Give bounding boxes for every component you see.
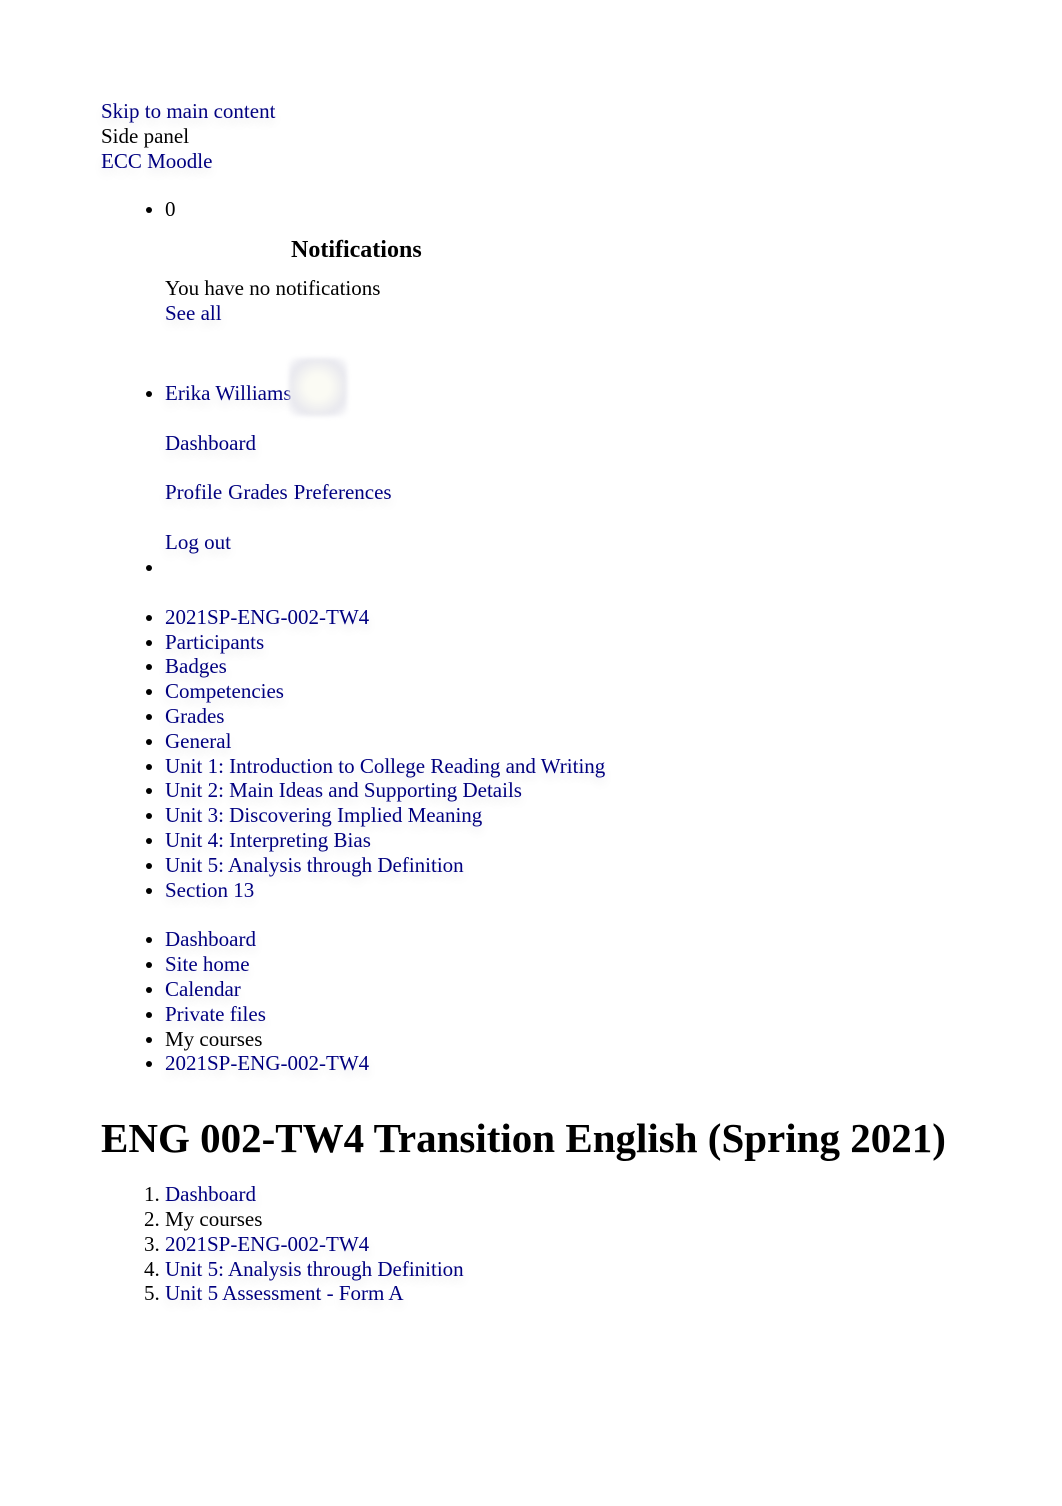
site-nav-item: Private files xyxy=(165,1002,1041,1027)
course-nav-link-section-13[interactable]: Section 13 xyxy=(165,878,254,902)
site-nav-dashboard[interactable]: Dashboard xyxy=(165,927,256,951)
course-nav-item: 2021SP-ENG-002-TW4 xyxy=(165,605,1041,630)
course-nav-link-unit-3-discovering-implied-meaning[interactable]: Unit 3: Discovering Implied Meaning xyxy=(165,803,482,827)
empty-nav-item xyxy=(165,555,1041,580)
course-nav-link-2021sp-eng-002-tw4[interactable]: 2021SP-ENG-002-TW4 xyxy=(165,605,369,629)
course-nav-link-badges[interactable]: Badges xyxy=(165,654,227,678)
course-nav-link-participants[interactable]: Participants xyxy=(165,630,264,654)
breadcrumb-dashboard[interactable]: Dashboard xyxy=(165,1182,256,1206)
course-nav-item: Badges xyxy=(165,654,1041,679)
course-nav-link-unit-5-analysis-through-definition[interactable]: Unit 5: Analysis through Definition xyxy=(165,853,464,877)
course-nav-item: Section 13 xyxy=(165,878,1041,903)
logout-link[interactable]: Log out xyxy=(165,530,1041,555)
course-nav-item: Unit 5: Analysis through Definition xyxy=(165,853,1041,878)
site-nav-my-courses: My courses xyxy=(165,1026,263,1051)
breadcrumb-item: Unit 5: Analysis through Definition xyxy=(165,1257,1041,1282)
breadcrumb-item: Dashboard xyxy=(165,1182,1041,1207)
navbar-popovers: 0 Notifications You have no notification… xyxy=(101,197,1041,579)
site-nav-item: Calendar xyxy=(165,977,1041,1002)
course-nav-link-general[interactable]: General xyxy=(165,729,231,753)
course-nav-item: Unit 2: Main Ideas and Supporting Detail… xyxy=(165,778,1041,803)
breadcrumb: DashboardMy courses2021SP-ENG-002-TW4Uni… xyxy=(101,1182,1041,1306)
course-nav-link-grades[interactable]: Grades xyxy=(165,704,224,728)
course-nav-item: Participants xyxy=(165,630,1041,655)
site-nav-item: My courses xyxy=(165,1027,1041,1052)
user-avatar-icon[interactable] xyxy=(289,357,347,416)
page-title: ENG 002-TW4 Transition English (Spring 2… xyxy=(101,1115,946,1162)
course-nav-link-competencies[interactable]: Competencies xyxy=(165,679,284,703)
page-wrapper: Skip to main content Side panel ECC Mood… xyxy=(101,99,1041,1306)
breadcrumb-2021sp-eng-002-tw4[interactable]: 2021SP-ENG-002-TW4 xyxy=(165,1232,369,1256)
user-menu-item: Erika Williams Dashboard ProfileGradesPr… xyxy=(165,326,1041,555)
preferences-link[interactable]: Preferences xyxy=(294,480,392,504)
see-all-notifications-link[interactable]: See all xyxy=(165,301,1041,326)
course-nav-item: Grades xyxy=(165,704,1041,729)
breadcrumb-unit-5-analysis-through-definition[interactable]: Unit 5: Analysis through Definition xyxy=(165,1257,464,1281)
course-nav-item: Unit 1: Introduction to College Reading … xyxy=(165,754,1041,779)
notifications-item: 0 Notifications You have no notification… xyxy=(165,197,1041,325)
grades-link[interactable]: Grades xyxy=(228,480,287,504)
course-nav-list: 2021SP-ENG-002-TW4ParticipantsBadgesComp… xyxy=(101,605,1041,903)
course-nav-item: General xyxy=(165,729,1041,754)
course-nav-link-unit-1-introduction-to-college-reading-and-writing[interactable]: Unit 1: Introduction to College Reading … xyxy=(165,754,605,778)
user-menu-links: Profile Grades Preferences xyxy=(165,480,1041,505)
breadcrumb-item: My courses xyxy=(165,1207,1041,1232)
notifications-empty-message: You have no notifications xyxy=(165,276,381,301)
site-nav-list: DashboardSite homeCalendarPrivate filesM… xyxy=(101,927,1041,1076)
notifications-heading: Notifications xyxy=(291,237,422,264)
breadcrumb-item: Unit 5 Assessment - Form A xyxy=(165,1281,1041,1306)
site-nav-site-home[interactable]: Site home xyxy=(165,952,250,976)
site-nav-private-files[interactable]: Private files xyxy=(165,1002,266,1026)
breadcrumb-item: 2021SP-ENG-002-TW4 xyxy=(165,1232,1041,1257)
course-nav-link-unit-2-main-ideas-and-supporting-details[interactable]: Unit 2: Main Ideas and Supporting Detail… xyxy=(165,778,522,802)
site-nav-2021sp-eng-002-tw4[interactable]: 2021SP-ENG-002-TW4 xyxy=(165,1051,369,1075)
course-nav-link-unit-4-interpreting-bias[interactable]: Unit 4: Interpreting Bias xyxy=(165,828,371,852)
breadcrumb-unit-5-assessment-form-a[interactable]: Unit 5 Assessment - Form A xyxy=(165,1281,404,1305)
course-nav-item: Unit 4: Interpreting Bias xyxy=(165,828,1041,853)
side-panel-label: Side panel xyxy=(101,123,190,148)
site-nav-item: Dashboard xyxy=(165,927,1041,952)
breadcrumb-my-courses: My courses xyxy=(165,1206,263,1231)
notification-count[interactable]: 0 xyxy=(165,197,176,221)
site-name-link[interactable]: ECC Moodle xyxy=(101,149,1041,174)
site-nav-item: Site home xyxy=(165,952,1041,977)
site-nav-item: 2021SP-ENG-002-TW4 xyxy=(165,1051,1041,1076)
course-nav-item: Competencies xyxy=(165,679,1041,704)
user-dashboard-link[interactable]: Dashboard xyxy=(165,431,1041,456)
site-nav-calendar[interactable]: Calendar xyxy=(165,977,241,1001)
skip-to-main-link[interactable]: Skip to main content xyxy=(101,99,1041,124)
profile-link[interactable]: Profile xyxy=(165,480,222,504)
course-nav-item: Unit 3: Discovering Implied Meaning xyxy=(165,803,1041,828)
